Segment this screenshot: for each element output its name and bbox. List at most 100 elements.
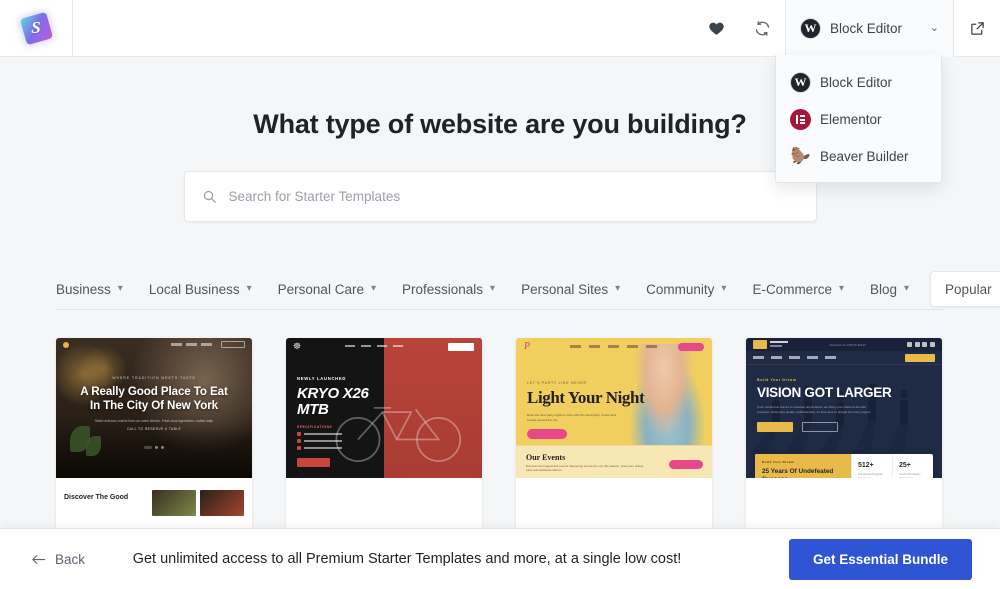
thumb-headline: KRYO X26 MTB bbox=[297, 386, 482, 418]
template-thumbnail-bike: ☸ NEWLY LAUNCHED KRYO X26 MTB SPECIFICAT… bbox=[286, 338, 482, 478]
thumb-nav-links bbox=[570, 345, 658, 348]
category-label: Personal Care bbox=[277, 281, 364, 297]
category-local-business[interactable]: Local Business ▾ bbox=[136, 282, 265, 297]
promo-text: Get unlimited access to all Premium Star… bbox=[132, 551, 682, 567]
search-bar[interactable] bbox=[183, 171, 817, 222]
dropdown-option-block-editor[interactable]: W Block Editor bbox=[776, 64, 941, 101]
thumb-strip-headline: 25 Years Of Undefeated Success bbox=[762, 468, 834, 478]
search-input[interactable] bbox=[228, 189, 799, 204]
thumb-section-title: Discover The Good bbox=[64, 494, 129, 501]
template-card[interactable]: Welcome To VISION BUILT Build Your Dream… bbox=[746, 338, 942, 538]
category-filter-bar: Business ▾ Local Business ▾ Personal Car… bbox=[0, 268, 1000, 310]
category-label: Professionals bbox=[401, 281, 484, 297]
category-business[interactable]: Business ▾ bbox=[56, 282, 136, 297]
thumb-eyebrow: Build Your Dream bbox=[757, 378, 797, 382]
thumb-nav-button bbox=[448, 343, 474, 351]
thumb-eyebrow: NEWLY LAUNCHED bbox=[297, 376, 347, 381]
category-list: Business ▾ Local Business ▾ Personal Car… bbox=[56, 282, 922, 297]
chevron-down-icon: ▾ bbox=[117, 283, 123, 294]
thumb-gallery-item bbox=[152, 490, 196, 516]
dropdown-option-beaver-builder[interactable]: 🦫 Beaver Builder bbox=[776, 138, 941, 175]
heart-icon bbox=[708, 22, 724, 35]
thumb-eyebrow: WHERE TRADITION MEETS TASTE bbox=[112, 376, 196, 380]
get-essential-bundle-button[interactable]: Get Essential Bundle bbox=[788, 538, 972, 580]
thumb-events-band: Our Events Discover the biggest live eve… bbox=[516, 445, 712, 478]
thumb-specs-title: SPECIFICATIONS bbox=[297, 425, 333, 429]
category-label: Blog bbox=[869, 281, 898, 297]
sort-select[interactable]: Popular ▾ bbox=[930, 271, 1000, 307]
arrow-left-icon bbox=[32, 554, 46, 564]
category-e-commerce[interactable]: E-Commerce ▾ bbox=[739, 282, 857, 297]
sync-icon bbox=[755, 20, 769, 36]
app-header: S W Block Editor ⌄ bbox=[0, 0, 1000, 57]
thumb-section-sub: Discover the biggest live events happeni… bbox=[526, 464, 644, 473]
sync-library-button[interactable] bbox=[739, 0, 785, 57]
thumb-topbar: Welcome To VISION BUILT bbox=[746, 338, 942, 351]
header-actions: W Block Editor ⌄ bbox=[693, 0, 1000, 57]
thumb-spec-item bbox=[297, 432, 482, 436]
category-professionals[interactable]: Professionals ▾ bbox=[389, 282, 508, 297]
favorites-button[interactable] bbox=[693, 0, 739, 57]
dropdown-option-label: Elementor bbox=[820, 112, 882, 127]
template-grid: WHERE TRADITION MEETS TASTE A Really Goo… bbox=[0, 310, 1000, 538]
thumb-logo-icon: ☸ bbox=[293, 340, 302, 351]
elementor-icon bbox=[790, 109, 811, 130]
page-builder-dropdown: W Block Editor Elementor 🦫 Beaver Builde… bbox=[775, 55, 942, 183]
thumb-headline: Light Your Night bbox=[527, 388, 645, 407]
thumb-gallery bbox=[152, 490, 244, 516]
thumb-sub: From small-time homes to massive skyscra… bbox=[757, 405, 872, 414]
category-personal-sites[interactable]: Personal Sites ▾ bbox=[508, 282, 633, 297]
search-icon bbox=[203, 190, 216, 203]
thumb-nav-button bbox=[678, 343, 704, 351]
category-label: E-Commerce bbox=[752, 281, 832, 297]
external-link-icon bbox=[970, 21, 984, 35]
thumb-stats-strip: Build Your Dream 25 Years Of Undefeated … bbox=[755, 454, 933, 478]
page-builder-value: Block Editor bbox=[830, 20, 903, 36]
template-thumbnail-party: P LET'S PARTY LIKE NEVER Light Your Nigh… bbox=[516, 338, 712, 478]
back-button[interactable]: Back bbox=[31, 552, 85, 567]
thumb-headline-line2: MTB bbox=[297, 401, 329, 418]
chevron-down-icon: ▾ bbox=[838, 283, 844, 294]
thumb-nav-links bbox=[345, 344, 404, 348]
dropdown-option-label: Beaver Builder bbox=[820, 149, 909, 164]
thumb-cta-button bbox=[527, 429, 567, 440]
template-card[interactable]: P LET'S PARTY LIKE NEVER Light Your Nigh… bbox=[516, 338, 712, 538]
category-label: Local Business bbox=[148, 281, 240, 297]
thumb-cta-primary bbox=[757, 422, 793, 433]
thumb-nav-links bbox=[171, 343, 212, 346]
external-link-button[interactable] bbox=[954, 0, 1000, 57]
page-builder-select[interactable]: W Block Editor ⌄ bbox=[786, 0, 953, 57]
thumb-cta-group bbox=[757, 422, 942, 433]
thumb-navbar: ☸ bbox=[286, 338, 482, 354]
template-card[interactable]: ☸ NEWLY LAUNCHED KRYO X26 MTB SPECIFICAT… bbox=[286, 338, 482, 538]
category-community[interactable]: Community ▾ bbox=[633, 282, 739, 297]
thumb-cta-button bbox=[297, 458, 330, 467]
thumb-cta-secondary bbox=[802, 422, 838, 433]
dropdown-option-elementor[interactable]: Elementor bbox=[776, 101, 941, 138]
chevron-down-icon: ▾ bbox=[721, 283, 727, 294]
app-logo[interactable]: S bbox=[0, 0, 73, 57]
dropdown-option-label: Block Editor bbox=[820, 75, 893, 90]
thumb-logo-icon bbox=[753, 340, 767, 349]
thumb-headline-line1: KRYO X26 bbox=[297, 385, 369, 402]
chevron-down-icon: ⌄ bbox=[929, 21, 939, 34]
thumb-stat: 512+ Successful Projects Delivered bbox=[851, 454, 892, 478]
chevron-down-icon: ▾ bbox=[615, 283, 621, 294]
thumb-headline-line2: In The City Of New York bbox=[89, 398, 219, 412]
thumb-navbar bbox=[56, 338, 252, 351]
thumb-sub: Book the best party nights in town with … bbox=[527, 413, 616, 422]
chevron-down-icon: ▾ bbox=[370, 283, 376, 294]
thumb-headline-line1: A Really Good Place To Eat bbox=[80, 385, 228, 398]
thumb-nav-links bbox=[753, 356, 836, 359]
logo-letter: S bbox=[31, 18, 41, 37]
thumb-stat-value: 512+ bbox=[858, 462, 874, 469]
beaver-glyph: 🦫 bbox=[790, 147, 811, 165]
category-blog[interactable]: Blog ▾ bbox=[857, 282, 922, 297]
thumb-stat-value: 25+ bbox=[899, 462, 911, 469]
thumb-navbar bbox=[746, 351, 942, 365]
template-card[interactable]: WHERE TRADITION MEETS TASTE A Really Goo… bbox=[56, 338, 252, 538]
category-personal-care[interactable]: Personal Care ▾ bbox=[265, 282, 389, 297]
back-button-label: Back bbox=[55, 551, 86, 567]
thumb-eyebrow: LET'S PARTY LIKE NEVER bbox=[527, 381, 587, 385]
category-label: Community bbox=[646, 281, 715, 297]
